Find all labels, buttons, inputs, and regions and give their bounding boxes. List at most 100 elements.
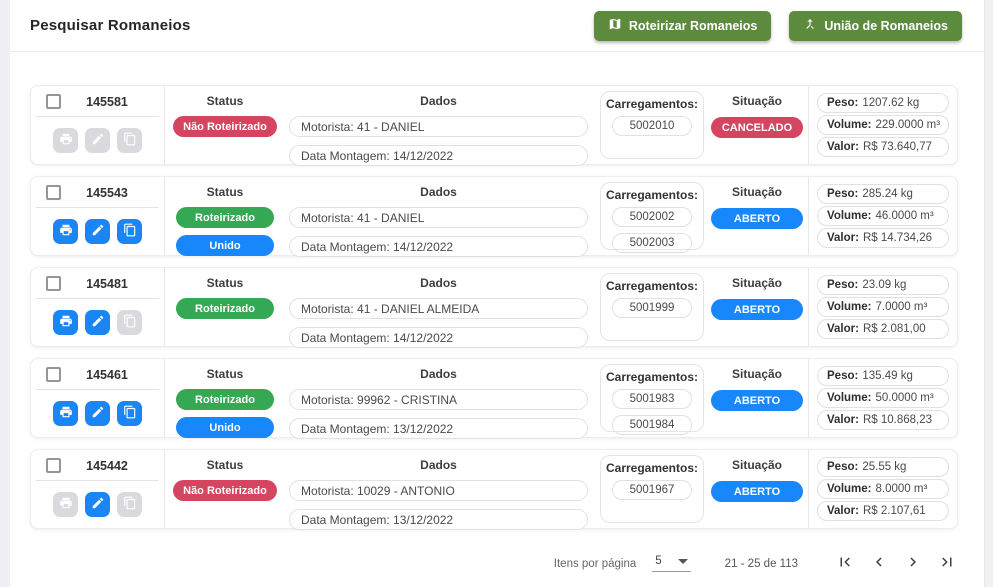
valor-label: Valor: xyxy=(827,141,859,153)
copy-icon xyxy=(123,132,137,149)
carregamento-chips: 5002010 xyxy=(612,116,692,136)
situacao-header: Situação xyxy=(732,450,782,472)
print-button[interactable] xyxy=(53,401,78,426)
roteirizar-button-label: Roteirizar Romaneios xyxy=(629,19,758,33)
copy-icon xyxy=(123,405,137,422)
dados-column: Dados Motorista: 99962 - CRISTINA Data M… xyxy=(285,359,598,437)
first-page-button[interactable] xyxy=(828,547,862,581)
row-metrics-section: Peso:135.49 kg Volume:50.0000 m³ Valor:R… xyxy=(809,359,957,437)
valor-value: R$ 73.640,77 xyxy=(863,141,932,153)
previous-page-button[interactable] xyxy=(862,547,896,581)
uniao-romaneios-button[interactable]: União de Romaneios xyxy=(789,11,962,41)
carregamentos-header: Carregamentos: xyxy=(606,274,698,293)
peso-value: 285.24 kg xyxy=(862,188,913,200)
situacao-header: Situação xyxy=(732,177,782,199)
pencil-icon xyxy=(91,496,105,513)
carregamento-chips: 50019835001984 xyxy=(612,389,692,435)
dados-column: Dados Motorista: 41 - DANIEL ALMEIDA Dat… xyxy=(285,268,598,346)
carregamentos-column: Carregamentos: 5001999 xyxy=(598,268,706,346)
volume-label: Volume: xyxy=(827,119,872,131)
carregamentos-column: Carregamentos: 50019835001984 xyxy=(598,359,706,437)
items-per-page-select[interactable]: 5 xyxy=(652,555,690,572)
row-main-section: Status RoteirizadoUnido Dados Motorista:… xyxy=(165,359,809,437)
volume-label: Volume: xyxy=(827,392,872,404)
carregamento-chip: 5002002 xyxy=(612,207,692,227)
header-actions: Roteirizar Romaneios União de Romaneios xyxy=(594,11,962,41)
peso-value: 23.09 kg xyxy=(862,279,906,291)
valor-field: Valor:R$ 2.107,61 xyxy=(817,501,949,521)
status-pill: Não Roteirizado xyxy=(173,116,277,137)
printer-icon xyxy=(59,223,73,240)
carregamento-chip: 5002010 xyxy=(612,116,692,136)
status-pill: Roteirizado xyxy=(176,207,274,228)
edit-button[interactable] xyxy=(85,310,110,335)
peso-field: Peso:285.24 kg xyxy=(817,184,949,204)
map-icon xyxy=(608,17,622,34)
romaneio-row: 145442 Status Não Roteirizado Dados xyxy=(30,449,958,529)
peso-field: Peso:23.09 kg xyxy=(817,275,949,295)
data-montagem-field: Data Montagem: 14/12/2022 xyxy=(289,145,588,166)
situacao-column: Situação ABERTO xyxy=(706,268,808,346)
edit-button[interactable] xyxy=(85,492,110,517)
carregamento-chips: 5001967 xyxy=(612,480,692,500)
row-actions xyxy=(31,208,164,255)
status-column: Status Roteirizado xyxy=(165,268,285,346)
row-checkbox[interactable] xyxy=(46,185,61,200)
peso-field: Peso:1207.62 kg xyxy=(817,93,949,113)
status-header: Status xyxy=(207,359,244,381)
status-column: Status RoteirizadoUnido xyxy=(165,177,285,255)
chevron-right-icon xyxy=(904,553,922,574)
carregamento-chip: 5002003 xyxy=(612,233,692,253)
romaneios-page: Pesquisar Romaneios Roteirizar Romaneios… xyxy=(10,0,984,587)
status-column: Status Não Roteirizado xyxy=(165,450,285,528)
data-montagem-field: Data Montagem: 13/12/2022 xyxy=(289,509,588,530)
romaneio-row: 145461 Status RoteirizadoUnido Dados xyxy=(30,358,958,438)
dados-header: Dados xyxy=(289,86,588,108)
page-left-gutter xyxy=(0,0,10,587)
edit-button[interactable] xyxy=(85,401,110,426)
print-button[interactable] xyxy=(53,219,78,244)
status-header: Status xyxy=(207,86,244,108)
row-actions xyxy=(31,481,164,528)
row-checkbox[interactable] xyxy=(46,94,61,109)
carregamento-chip: 5001999 xyxy=(612,298,692,318)
volume-label: Volume: xyxy=(827,301,872,313)
carregamentos-header: Carregamentos: xyxy=(606,183,698,202)
print-button[interactable] xyxy=(53,310,78,335)
situacao-header: Situação xyxy=(732,359,782,381)
chevron-left-icon xyxy=(870,553,888,574)
status-pill: Roteirizado xyxy=(176,389,274,410)
carregamento-chip: 5001983 xyxy=(612,389,692,409)
row-checkbox[interactable] xyxy=(46,367,61,382)
row-checkbox[interactable] xyxy=(46,276,61,291)
carregamentos-header: Carregamentos: xyxy=(606,92,698,111)
last-page-icon xyxy=(938,553,956,574)
peso-label: Peso: xyxy=(827,461,858,473)
printer-icon xyxy=(59,405,73,422)
status-pill: Não Roteirizado xyxy=(173,480,277,501)
chevron-down-icon xyxy=(678,559,688,564)
carregamento-chips: 5001999 xyxy=(612,298,692,318)
valor-value: R$ 2.107,61 xyxy=(863,505,926,517)
copy-button[interactable] xyxy=(117,219,142,244)
next-page-button[interactable] xyxy=(896,547,930,581)
last-page-button[interactable] xyxy=(930,547,964,581)
status-header: Status xyxy=(207,268,244,290)
items-per-page-value: 5 xyxy=(655,555,661,567)
status-pills: RoteirizadoUnido xyxy=(176,389,274,438)
edit-button[interactable] xyxy=(85,219,110,244)
situacao-badge: ABERTO xyxy=(711,390,803,411)
print-button xyxy=(53,128,78,153)
row-checkbox[interactable] xyxy=(46,458,61,473)
situacao-badge: ABERTO xyxy=(711,299,803,320)
romaneio-id: 145543 xyxy=(61,186,153,200)
row-actions xyxy=(31,299,164,346)
roteirizar-romaneios-button[interactable]: Roteirizar Romaneios xyxy=(594,11,772,41)
row-metrics-section: Peso:285.24 kg Volume:46.0000 m³ Valor:R… xyxy=(809,177,957,255)
page-header: Pesquisar Romaneios Roteirizar Romaneios… xyxy=(10,0,984,52)
romaneio-id: 145461 xyxy=(61,368,153,382)
row-main-section: Status Não Roteirizado Dados Motorista: … xyxy=(165,86,809,164)
copy-button[interactable] xyxy=(117,401,142,426)
status-header: Status xyxy=(207,450,244,472)
scrollbar-track[interactable] xyxy=(984,0,993,587)
